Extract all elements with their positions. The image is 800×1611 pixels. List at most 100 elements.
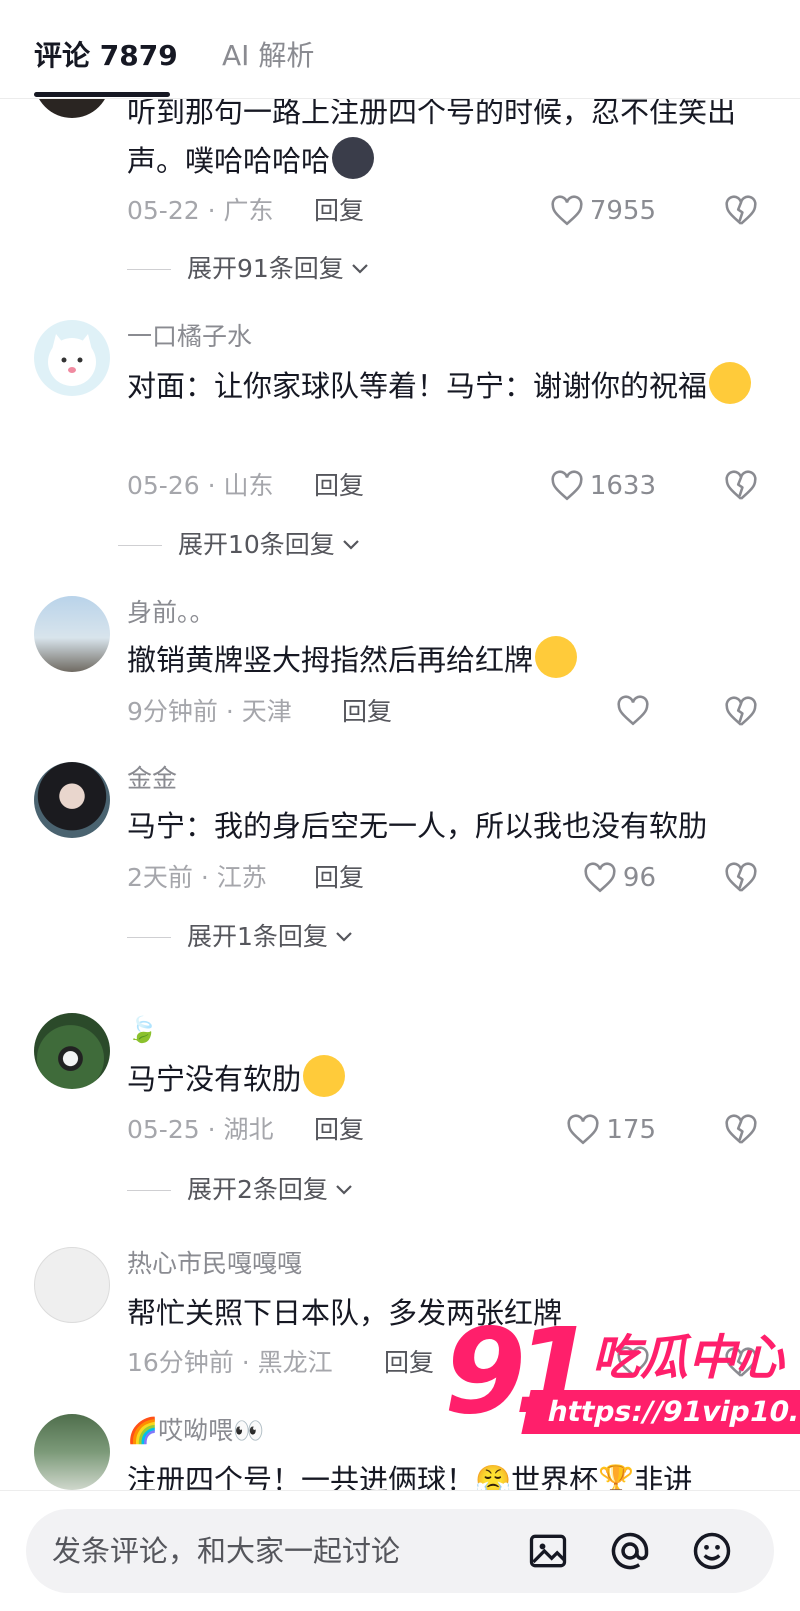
expand-replies[interactable]: 展开1条回复 bbox=[127, 920, 354, 954]
comment-username[interactable]: 金金 bbox=[127, 762, 177, 796]
expand-replies[interactable]: 展开2条回复 bbox=[127, 1173, 354, 1207]
like-button[interactable]: 1633 bbox=[550, 469, 656, 503]
reply-button[interactable]: 回复 bbox=[314, 194, 364, 228]
comment-location: 黑龙江 bbox=[257, 1348, 333, 1377]
divider bbox=[127, 268, 171, 270]
mention-icon[interactable] bbox=[608, 1529, 652, 1573]
comment-meta: 16分钟前 · 黑龙江 bbox=[127, 1348, 333, 1377]
like-count: 7955 bbox=[589, 196, 656, 226]
watermark-logo: 91 吃瓜中心 https://91vip10.com bbox=[444, 1312, 800, 1440]
comment-meta: 05-22 · 广东 bbox=[127, 196, 274, 225]
active-tab-indicator bbox=[34, 92, 170, 97]
comment-meta: 05-25 · 湖北 bbox=[127, 1115, 274, 1144]
comment-tabs: 评论 7879 AI 解析 bbox=[0, 0, 800, 99]
tab-comments[interactable]: 评论 7879 bbox=[34, 36, 178, 76]
dislike-icon[interactable] bbox=[724, 194, 758, 228]
expand-replies[interactable]: 展开10条回复 bbox=[118, 528, 361, 562]
comment-username[interactable]: 身前。。 bbox=[127, 596, 215, 630]
reply-button[interactable]: 回复 bbox=[314, 469, 364, 503]
heart-icon bbox=[551, 195, 583, 226]
comment-text: 撤销黄牌竖大拇指然后再给红牌 bbox=[127, 636, 767, 685]
face-holding-back-tears-emoji bbox=[709, 362, 752, 404]
dislike-icon[interactable] bbox=[724, 861, 758, 895]
heart-icon bbox=[567, 1114, 599, 1145]
watermark-url: https://91vip10.com bbox=[521, 1390, 800, 1434]
comment-input-placeholder: 发条评论，和大家一起讨论 bbox=[52, 1534, 401, 1568]
divider bbox=[127, 936, 171, 938]
avatar[interactable] bbox=[34, 1414, 110, 1490]
comment-meta: 9分钟前 · 天津 bbox=[127, 697, 292, 726]
comment-date: 05-22 bbox=[127, 196, 200, 225]
watermark-name: 吃瓜中心 bbox=[592, 1330, 785, 1386]
comment-date: 16分钟前 bbox=[127, 1348, 234, 1377]
comment-meta: 2天前 · 江苏 bbox=[127, 863, 267, 892]
avatar[interactable] bbox=[34, 762, 110, 838]
expand-replies-label: 展开10条回复 bbox=[178, 530, 335, 559]
comment-username[interactable]: 一口橘子水 bbox=[127, 320, 252, 354]
like-count: 1633 bbox=[589, 471, 656, 501]
comment-location: 天津 bbox=[241, 697, 292, 726]
chevron-down-icon bbox=[336, 1185, 352, 1195]
comment-text-body: 马宁没有软肋 bbox=[127, 1062, 302, 1096]
chevron-down-icon bbox=[352, 264, 368, 274]
comment-text: 听到那句一路上注册四个号的时候，忍不住笑出声。噗哈哈哈哈 bbox=[127, 98, 767, 186]
expand-replies-label: 展开1条回复 bbox=[187, 922, 328, 951]
comment-location: 江苏 bbox=[216, 863, 267, 892]
comment-text: 马宁：我的身后空无一人，所以我也没有软肋 bbox=[127, 802, 767, 851]
comment-date: 05-25 bbox=[127, 1115, 200, 1144]
like-button[interactable]: 7955 bbox=[550, 194, 656, 228]
comment-list[interactable]: 听到那句一路上注册四个号的时候，忍不住笑出声。噗哈哈哈哈 05-22 · 广东 … bbox=[0, 98, 800, 1490]
cat-avatar-icon bbox=[48, 334, 96, 386]
comment-username[interactable]: 🌈哎呦喂👀 bbox=[127, 1414, 264, 1448]
comment-text-body: 对面：让你家球队等着！马宁：谢谢你的祝福 bbox=[127, 369, 708, 403]
avatar[interactable] bbox=[34, 596, 110, 672]
comment-text-body: 注册四个号！一共进俩球！😤世界杯🏆非讲 bbox=[127, 1463, 693, 1490]
comment-input[interactable]: 发条评论，和大家一起讨论 bbox=[26, 1509, 774, 1593]
expand-replies-label: 展开91条回复 bbox=[187, 254, 344, 283]
face-with-monocle-emoji bbox=[303, 1055, 346, 1097]
new-moon-face-emoji bbox=[332, 137, 375, 179]
comment-location: 广东 bbox=[223, 196, 274, 225]
expand-replies-label: 展开2条回复 bbox=[187, 1175, 328, 1204]
chevron-down-icon bbox=[343, 540, 359, 550]
dislike-icon[interactable] bbox=[724, 1113, 758, 1147]
comment-text: 对面：让你家球队等着！马宁：谢谢你的祝福 bbox=[127, 362, 767, 411]
like-button[interactable] bbox=[616, 695, 656, 727]
comment-location: 湖北 bbox=[223, 1115, 274, 1144]
dislike-icon[interactable] bbox=[724, 469, 758, 503]
comment-text: 马宁没有软肋 bbox=[127, 1055, 767, 1104]
like-count: 175 bbox=[606, 1115, 656, 1145]
comment-text-body: 马宁：我的身后空无一人，所以我也没有软肋 bbox=[127, 809, 708, 843]
heart-icon bbox=[584, 862, 616, 893]
tab-ai-analysis[interactable]: AI 解析 bbox=[222, 36, 314, 76]
chevron-down-icon bbox=[336, 932, 352, 942]
reply-button[interactable]: 回复 bbox=[384, 1346, 434, 1380]
comment-date: 2天前 bbox=[127, 863, 193, 892]
like-button[interactable]: 175 bbox=[566, 1113, 656, 1147]
comment-username[interactable]: 🍃 bbox=[127, 1013, 158, 1047]
avatar[interactable] bbox=[34, 98, 110, 118]
avatar[interactable] bbox=[34, 1247, 110, 1323]
heart-icon bbox=[617, 695, 649, 726]
comment-text-body: 听到那句一路上注册四个号的时候，忍不住笑出声。噗哈哈哈哈 bbox=[127, 98, 737, 178]
reply-button[interactable]: 回复 bbox=[314, 861, 364, 895]
image-icon[interactable] bbox=[526, 1529, 570, 1573]
comment-location: 山东 bbox=[223, 471, 274, 500]
dislike-icon[interactable] bbox=[724, 695, 758, 729]
comment-meta: 05-26 · 山东 bbox=[127, 471, 274, 500]
crying-laughing-emoji bbox=[535, 636, 578, 678]
emoji-icon[interactable] bbox=[690, 1529, 734, 1573]
comment-username[interactable]: 热心市民嘎嘎嘎 bbox=[127, 1247, 302, 1281]
heart-icon bbox=[551, 470, 583, 501]
reply-button[interactable]: 回复 bbox=[314, 1113, 364, 1147]
comment-text-body: 撤销黄牌竖大拇指然后再给红牌 bbox=[127, 643, 534, 677]
reply-button[interactable]: 回复 bbox=[342, 695, 392, 729]
comment-input-bar: 发条评论，和大家一起讨论 bbox=[0, 1490, 800, 1611]
like-count: 96 bbox=[622, 863, 656, 893]
divider bbox=[127, 1189, 171, 1191]
avatar[interactable] bbox=[34, 1013, 110, 1089]
like-button[interactable]: 96 bbox=[583, 861, 656, 895]
expand-replies[interactable]: 展开91条回复 bbox=[127, 252, 370, 286]
avatar[interactable] bbox=[34, 320, 110, 396]
comment-date: 05-26 bbox=[127, 471, 200, 500]
